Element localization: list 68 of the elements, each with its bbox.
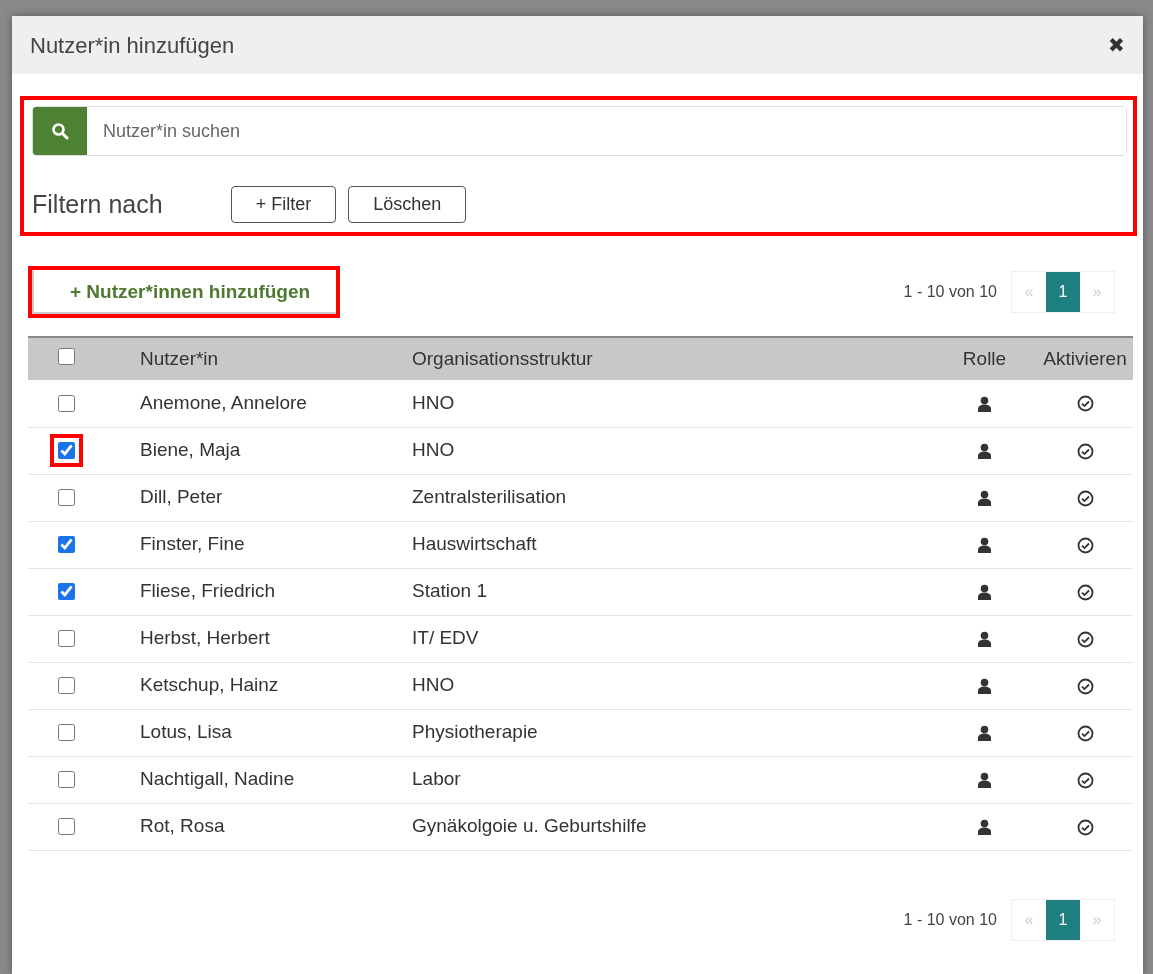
user-name: Fliese, Friedrich [140,580,276,602]
column-header: Rolle [962,347,1007,369]
user-icon [977,584,992,601]
org-unit: Labor [412,768,461,790]
check-circle-icon[interactable] [1076,630,1094,648]
user-name: Nachtigall, Nadine [140,768,295,790]
page-range-text: 1 - 10 von 10 [903,281,997,302]
user-icon [977,490,992,507]
org-unit: Gynäkolgoie u. Geburtshilfe [412,815,647,837]
check-circle-icon[interactable] [1076,442,1094,460]
row-checkbox[interactable] [58,394,75,412]
check-circle-icon[interactable] [1076,677,1094,695]
row-checkbox[interactable] [58,535,75,553]
filter-label: Filtern nach [32,189,163,220]
dialog-title: Nutzer*in hinzufügen [30,31,235,60]
check-circle-icon[interactable] [1076,771,1094,789]
page-button[interactable]: 1 [1046,271,1080,312]
user-icon [977,631,992,648]
row-checkbox[interactable] [58,488,75,506]
check-circle-icon[interactable] [1076,818,1094,836]
column-header: Organisationsstruktur [412,347,593,369]
row-checkbox[interactable] [58,629,75,647]
user-icon [977,537,992,554]
user-icon [977,678,992,695]
row-checkbox[interactable] [58,441,75,459]
org-unit: Physiotherapie [412,721,538,743]
user-name: Ketschup, Hainz [140,674,279,696]
user-name: Rot, Rosa [140,815,225,837]
org-unit: HNO [412,392,455,413]
row-checkbox[interactable] [58,676,75,694]
search-field[interactable]: Nutzer*in suchen [32,106,1127,156]
column-header: Nutzer*in [140,347,219,369]
org-unit: IT/ EDV [412,627,479,649]
user-name: Finster, Fine [140,533,245,555]
row-checkbox[interactable] [58,817,75,835]
select-all-checkbox[interactable] [58,347,75,365]
clear-button[interactable]: Löschen [348,186,467,224]
add-users-button[interactable]: + Nutzer*innen hinzufügen [28,265,341,318]
org-unit: HNO [412,439,455,461]
check-circle-icon[interactable] [1076,489,1094,507]
user-icon [977,725,992,742]
user-name: Lotus, Lisa [140,721,232,743]
org-unit: Zentralsterilisation [412,486,567,508]
user-name: Herbst, Herbert [140,627,270,649]
check-circle-icon[interactable] [1076,583,1094,601]
check-circle-icon[interactable] [1076,724,1094,742]
column-header: Aktivieren [1043,347,1127,369]
user-icon [977,396,992,412]
row-checkbox[interactable] [58,723,75,741]
check-circle-icon[interactable] [1076,536,1094,554]
search-icon [51,122,69,140]
page-button[interactable]: 1 [1046,899,1080,940]
row-checkbox[interactable] [58,770,75,788]
org-unit: HNO [412,674,455,696]
add-filter-button[interactable]: + Filter [230,186,337,224]
user-icon [977,819,992,836]
page-range-text: 1 - 10 von 10 [903,909,997,930]
user-icon [977,443,992,460]
user-name: Anemone, Annelore [140,392,307,413]
org-unit: Station 1 [412,580,487,602]
check-circle-icon[interactable] [1076,395,1094,413]
org-unit: Hauswirtschaft [412,533,537,555]
close-button[interactable]: ✖ [1108,35,1125,55]
user-name: Biene, Maja [140,439,241,461]
user-name: Dill, Peter [140,486,223,508]
search-button[interactable] [33,107,87,155]
row-checkbox[interactable] [58,582,75,600]
user-icon [977,772,992,789]
